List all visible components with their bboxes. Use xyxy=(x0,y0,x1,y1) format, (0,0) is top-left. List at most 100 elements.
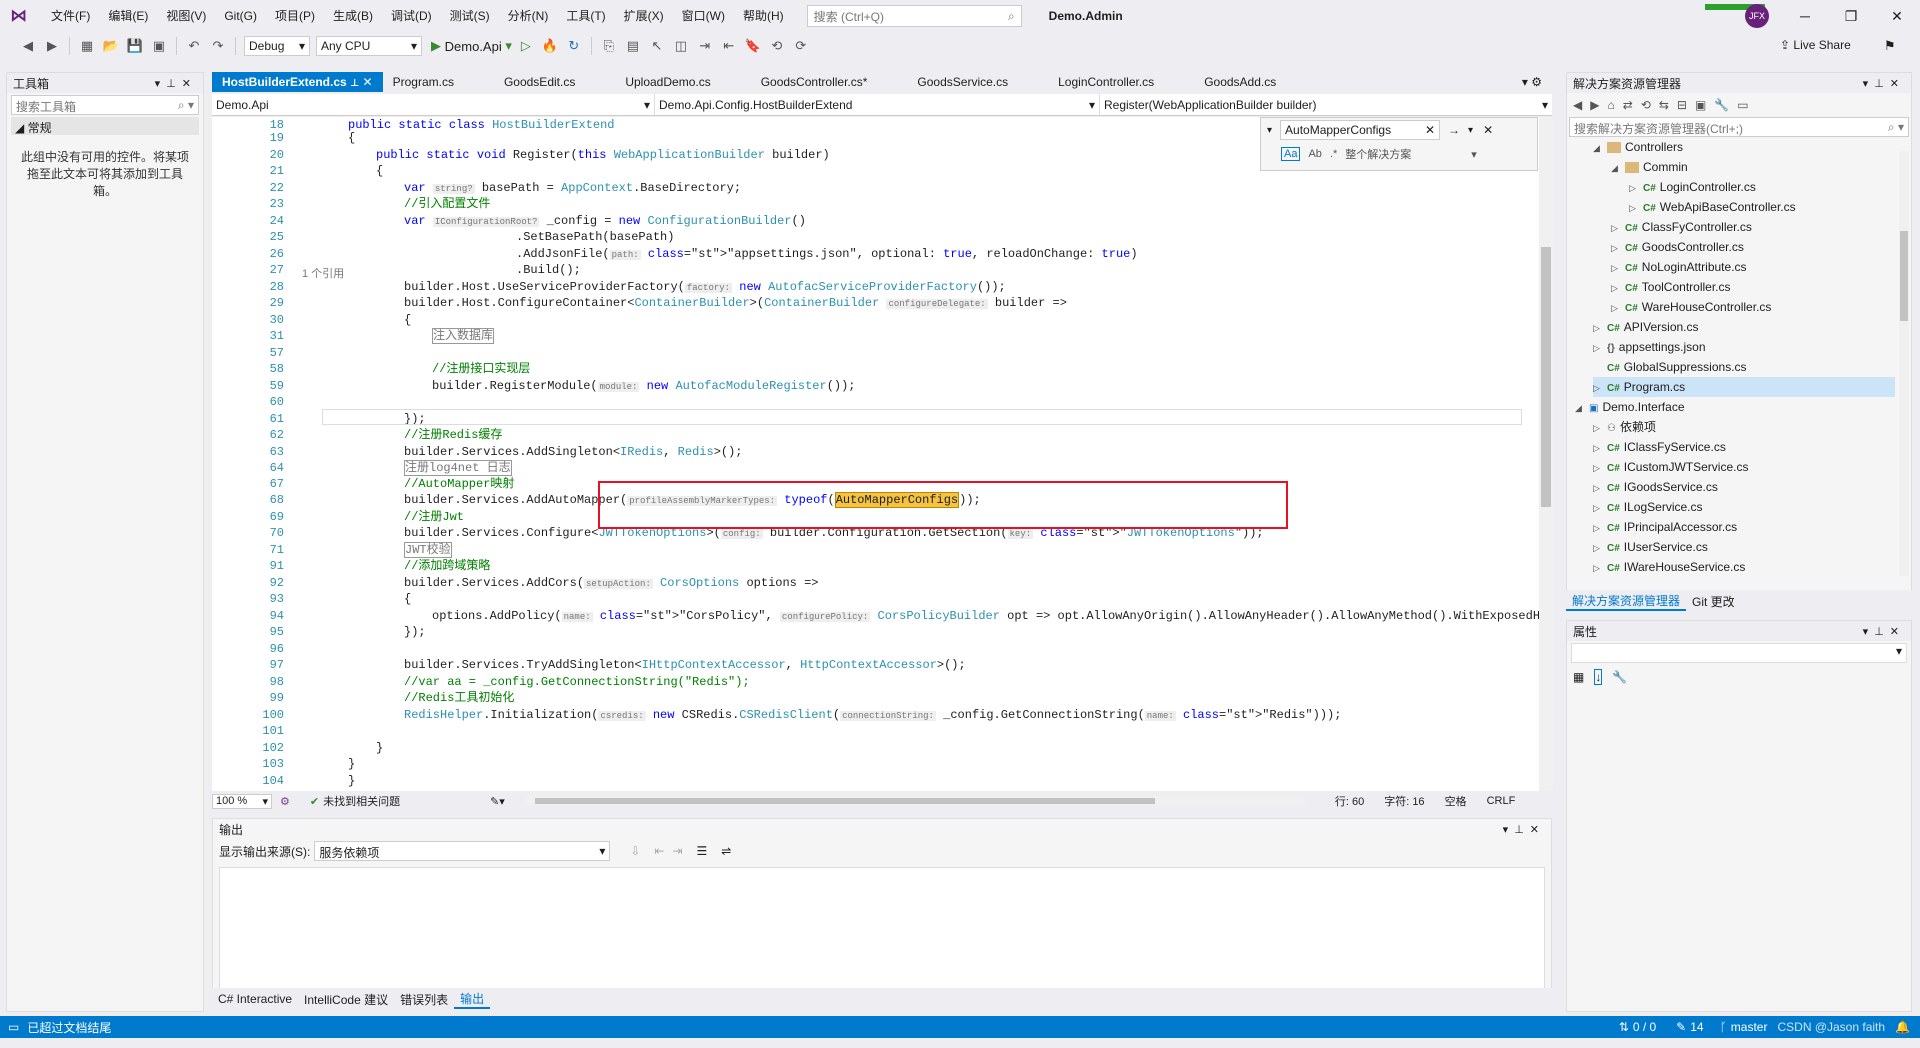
tab-program[interactable]: Program.cs xyxy=(383,72,464,92)
expanded-arrow-icon[interactable]: ◢ xyxy=(1611,158,1625,178)
home-icon[interactable]: ⌂ xyxy=(1607,98,1614,112)
collapsed-arrow-icon[interactable]: ▷ xyxy=(1593,378,1607,398)
toolbox-search-input[interactable]: 搜索工具箱 ⌕ ▾ xyxy=(11,95,199,115)
find-next-icon[interactable]: → xyxy=(1448,123,1460,137)
solution-search-input[interactable]: 搜索解决方案资源管理器(Ctrl+;) ⌕ ▾ xyxy=(1569,117,1909,137)
menu-edit[interactable]: 编辑(E) xyxy=(99,0,157,32)
collapsed-arrow-icon[interactable]: ▷ xyxy=(1593,338,1607,358)
notifications-icon[interactable]: 🔔 xyxy=(1895,1020,1910,1034)
properties-icon[interactable]: 🔧 xyxy=(1714,98,1729,112)
solution-item[interactable]: ▷ C# ICustomJWTService.cs xyxy=(1593,457,1895,477)
solution-item[interactable]: ▷ C# IGoodsService.cs xyxy=(1593,477,1895,497)
close-tab-icon[interactable]: ✕ xyxy=(363,75,373,89)
errors-icon[interactable]: ⇅ xyxy=(1619,1020,1629,1034)
scrollbar-thumb[interactable] xyxy=(534,798,1155,804)
user-avatar[interactable]: JFX xyxy=(1745,4,1769,28)
output-text-area[interactable] xyxy=(219,867,1545,993)
goto-error-icon[interactable]: ⇩ xyxy=(630,844,640,858)
line-ending-indicator[interactable]: CRLF xyxy=(1487,795,1516,807)
tab-csharp-interactive[interactable]: C# Interactive xyxy=(212,992,298,1006)
solution-item[interactable]: ▷ C# IUserService.cs xyxy=(1593,537,1895,557)
whole-word-icon[interactable]: Ab xyxy=(1308,148,1321,160)
collapsed-arrow-icon[interactable]: ▷ xyxy=(1611,258,1625,278)
solution-item[interactable]: ▷ C# ClassFyController.cs xyxy=(1611,217,1895,237)
preview-icon[interactable]: ▭ xyxy=(1737,98,1748,112)
menu-debug[interactable]: 调试(D) xyxy=(382,0,441,32)
hot-reload-icon[interactable]: 🔥 xyxy=(540,36,560,56)
collapsed-arrow-icon[interactable]: ▷ xyxy=(1593,438,1607,458)
panel-controls-icon[interactable]: ▾⊥✕ xyxy=(155,77,197,90)
forward-icon[interactable]: ▶ xyxy=(1590,98,1599,112)
solution-item[interactable]: ▷ C# GoodsController.cs xyxy=(1611,237,1895,257)
prev-message-icon[interactable]: ⇤ xyxy=(654,844,664,858)
forward-icon[interactable]: ▶ xyxy=(42,36,62,56)
find-input[interactable]: AutoMapperConfigs ✕ xyxy=(1280,120,1441,140)
save-icon[interactable]: 💾 xyxy=(125,36,145,56)
tab-hostbuilderextend[interactable]: HostBuilderExtend.cs ⊥ ✕ xyxy=(212,72,383,92)
collapsed-arrow-icon[interactable]: ▷ xyxy=(1611,238,1625,258)
expanded-arrow-icon[interactable]: ◢ xyxy=(1575,398,1589,418)
global-search-input[interactable]: 搜索 (Ctrl+Q) ⌕ xyxy=(806,5,1022,27)
collapsed-arrow-icon[interactable]: ▷ xyxy=(1593,538,1607,558)
regex-icon[interactable]: .* xyxy=(1330,148,1337,160)
properties-object-select[interactable]: ▾ xyxy=(1571,643,1907,663)
scrollbar-thumb[interactable] xyxy=(1900,231,1908,321)
start-debug-button[interactable]: ▶ Demo.Api ▾ xyxy=(431,36,512,56)
feedback-icon[interactable]: ⚑ xyxy=(1884,38,1896,54)
menu-window[interactable]: 窗口(W) xyxy=(673,0,734,32)
chevron-down-icon[interactable]: ▾ xyxy=(1471,148,1477,161)
prev-bookmark-icon[interactable]: ⟲ xyxy=(767,36,787,56)
panel-controls-icon[interactable]: ▾⊥✕ xyxy=(1863,77,1905,90)
property-pages-icon[interactable]: 🔧 xyxy=(1612,670,1627,684)
alphabetical-icon[interactable]: ↓ xyxy=(1594,669,1603,685)
solution-item[interactable]: ▷ C# IWareHouseService.cs xyxy=(1593,557,1895,577)
tab-goodsadd[interactable]: GoodsAdd.cs xyxy=(1164,72,1286,92)
solution-item[interactable]: ◢ Commin xyxy=(1611,157,1895,177)
collapsed-arrow-icon[interactable]: ▷ xyxy=(1593,418,1607,438)
configuration-select[interactable]: Debug ▾ xyxy=(244,36,310,56)
collapsed-arrow-icon[interactable]: ▷ xyxy=(1629,178,1643,198)
find-scope[interactable]: 整个解决方案 xyxy=(1345,146,1411,162)
menu-view[interactable]: 视图(V) xyxy=(157,0,215,32)
solution-item[interactable]: ▷ C# APIVersion.cs xyxy=(1593,317,1895,337)
editor-vertical-scrollbar[interactable] xyxy=(1539,117,1553,791)
solution-item[interactable]: ▷{} appsettings.json xyxy=(1593,337,1895,357)
toolbox-group-general[interactable]: ◢ 常规 xyxy=(11,117,199,135)
back-icon[interactable]: ◀ xyxy=(18,36,38,56)
menu-file[interactable]: 文件(F) xyxy=(42,0,99,32)
expanded-arrow-icon[interactable]: ◢ xyxy=(1593,138,1607,158)
horizontal-scrollbar[interactable] xyxy=(524,796,1305,806)
solution-item[interactable]: ▷ C# WareHouseController.cs xyxy=(1611,297,1895,317)
tab-logincontroller[interactable]: LoginController.cs xyxy=(1018,72,1164,92)
new-project-icon[interactable]: ▦ xyxy=(77,36,97,56)
next-message-icon[interactable]: ⇥ xyxy=(672,844,682,858)
undo-icon[interactable]: ↶ xyxy=(184,36,204,56)
solution-item[interactable]: ▷ C# IClassFyService.cs xyxy=(1593,437,1895,457)
collapsed-arrow-icon[interactable]: ▷ xyxy=(1593,478,1607,498)
solution-item[interactable]: ▷ C# ILogService.cs xyxy=(1593,497,1895,517)
reference-count[interactable]: 1 个引用 xyxy=(302,265,344,281)
pin-icon[interactable]: ⊥ xyxy=(350,78,359,89)
panel-controls-icon[interactable]: ▾⊥✕ xyxy=(1863,625,1905,638)
menu-extensions[interactable]: 扩展(X) xyxy=(615,0,673,32)
save-all-icon[interactable]: ▣ xyxy=(149,36,169,56)
solution-scrollbar[interactable] xyxy=(1899,151,1909,576)
tab-overflow-icon[interactable]: ▾ ⚙ xyxy=(1512,72,1552,92)
menu-test[interactable]: 测试(S) xyxy=(441,0,499,32)
outdent-icon[interactable]: ⇤ xyxy=(719,36,739,56)
column-indicator[interactable]: 字符: 16 xyxy=(1384,793,1424,809)
next-bookmark-icon[interactable]: ⟳ xyxy=(791,36,811,56)
collapse-all-icon[interactable]: ⊟ xyxy=(1677,98,1687,112)
collapsed-arrow-icon[interactable]: ▷ xyxy=(1593,498,1607,518)
solution-item[interactable]: ▷ C# Program.cs xyxy=(1593,377,1895,397)
collapsed-arrow-icon[interactable]: ▷ xyxy=(1593,458,1607,478)
pending-changes-icon[interactable]: ⟲ xyxy=(1641,98,1651,112)
collapsed-arrow-icon[interactable]: ▷ xyxy=(1629,198,1643,218)
tab-goodsedit[interactable]: GoodsEdit.cs xyxy=(464,72,585,92)
class-select[interactable]: Demo.Api.Config.HostBuilderExtend ▾ xyxy=(655,94,1100,115)
zoom-select[interactable]: 100 % ▾ xyxy=(212,793,272,809)
scrollbar-thumb[interactable] xyxy=(1541,247,1551,507)
live-share-button[interactable]: ⇪ Live Share xyxy=(1780,38,1851,52)
tab-solution-explorer[interactable]: 解决方案资源管理器 xyxy=(1566,592,1687,611)
pencil-icon[interactable]: ✎ xyxy=(1676,1020,1686,1034)
